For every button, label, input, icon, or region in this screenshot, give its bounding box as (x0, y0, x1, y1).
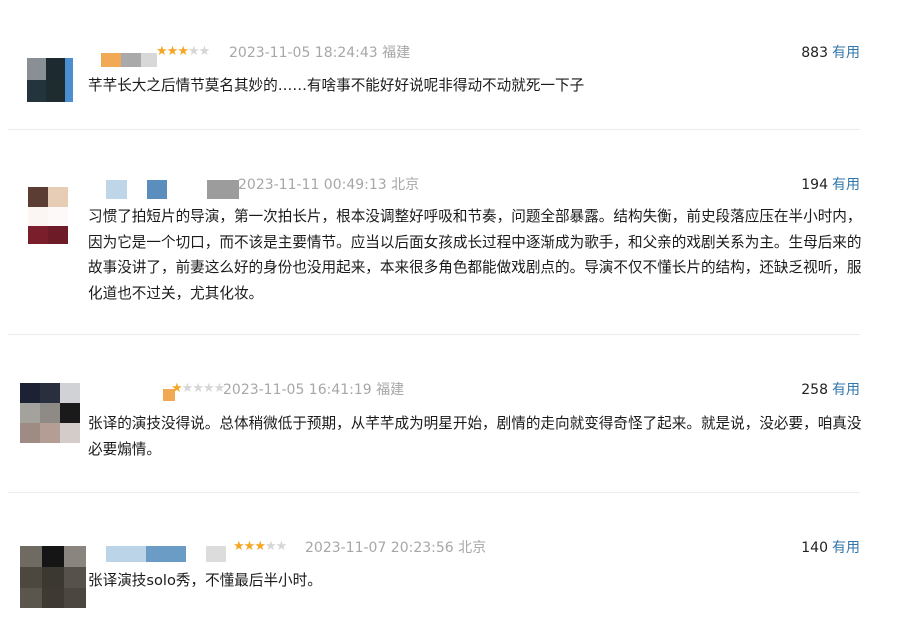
review-meta: 2023-11-05 18:24:43 福建 (229, 45, 410, 61)
star-empty-icon: ★ (275, 539, 288, 554)
useful-vote[interactable]: 883 有用 (801, 45, 860, 61)
avatar-tile (27, 80, 46, 102)
review-content: 习惯了拍短片的导演，第一次拍长片，根本没调整好呼吸和节奏，问题全部暴露。结构失衡… (88, 208, 862, 302)
avatar-tile (40, 403, 60, 423)
useful-vote[interactable]: 194 有用 (801, 177, 860, 193)
username-block (101, 53, 121, 67)
avatar-tile (40, 423, 60, 443)
username-block (141, 53, 157, 67)
avatar-tile (28, 226, 48, 244)
star-filled-icon: ★ (166, 44, 179, 59)
avatar-tile (65, 58, 73, 80)
review-content: 张译的演技没得说。总体稍微低于预期，从芊芊成为明星开始，剧情的走向就变得奇怪了起… (88, 415, 862, 458)
star-filled-icon: ★ (171, 381, 183, 396)
username-pixelated[interactable] (101, 53, 157, 67)
avatar-tile (64, 567, 86, 588)
useful-button[interactable]: 有用 (832, 382, 860, 398)
avatar-tile (60, 383, 80, 403)
useful-button[interactable]: 有用 (832, 45, 860, 61)
vote-count: 258 (801, 382, 828, 398)
avatar-tile (42, 588, 64, 608)
avatar-tile (28, 207, 48, 226)
avatar-tile (60, 423, 80, 443)
user-avatar[interactable] (20, 546, 86, 608)
rating-stars: ★★★★★ (233, 539, 288, 554)
review-time: 2023-11-05 16:41:19 (223, 382, 372, 398)
username-block (207, 180, 239, 199)
review-location: 福建 (376, 382, 405, 398)
star-filled-icon: ★ (243, 539, 256, 554)
avatar-tile (20, 546, 42, 567)
username-block (146, 546, 186, 562)
star-filled-icon: ★ (177, 44, 189, 59)
username-pixelated[interactable] (106, 546, 226, 562)
star-empty-icon: ★ (187, 44, 200, 59)
review-time: 2023-11-07 20:23:56 (305, 540, 454, 556)
avatar-tile (48, 226, 68, 244)
user-avatar[interactable] (27, 58, 73, 102)
review-content: 芊芊长大之后情节莫名其妙的……有啥事不能好好说呢非得动不动就死一下子 (88, 77, 585, 94)
useful-vote[interactable]: 258 有用 (801, 382, 860, 398)
useful-button[interactable]: 有用 (832, 177, 860, 193)
star-empty-icon: ★ (192, 381, 204, 396)
avatar-tile (20, 588, 42, 608)
star-empty-icon: ★ (198, 44, 211, 59)
review-content: 张译演技solo秀，不懂最后半小时。 (88, 572, 322, 589)
useful-button[interactable]: 有用 (832, 540, 860, 556)
vote-count: 883 (801, 45, 828, 61)
avatar-tile (20, 403, 40, 423)
star-filled-icon: ★ (233, 539, 245, 554)
avatar-tile (20, 567, 42, 588)
username-block (147, 180, 167, 199)
divider (8, 492, 860, 493)
avatar-tile (28, 187, 48, 207)
username-block (206, 546, 226, 562)
avatar-tile (65, 80, 73, 102)
rating-stars: ★★★★★ (156, 44, 211, 59)
username-block (106, 180, 127, 199)
vote-count: 194 (801, 177, 828, 193)
useful-vote[interactable]: 140 有用 (801, 540, 860, 556)
review-meta: 2023-11-11 00:49:13 北京 (238, 177, 419, 193)
username-pixelated[interactable] (106, 180, 239, 199)
divider (8, 129, 860, 130)
divider (8, 334, 860, 335)
rating-stars: ★★★★★ (171, 381, 225, 396)
star-filled-icon: ★ (254, 539, 266, 554)
review-time: 2023-11-11 00:49:13 (238, 177, 387, 193)
avatar-tile (46, 80, 65, 102)
avatar-tile (46, 58, 65, 80)
review-time: 2023-11-05 18:24:43 (229, 45, 378, 61)
avatar-tile (48, 187, 68, 207)
avatar-tile (42, 567, 64, 588)
review-location: 福建 (382, 45, 411, 61)
avatar-tile (27, 58, 46, 80)
review-meta: 2023-11-07 20:23:56 北京 (305, 540, 486, 556)
username-block (106, 546, 146, 562)
review-location: 北京 (458, 540, 487, 556)
avatar-tile (64, 588, 86, 608)
review-meta: 2023-11-05 16:41:19 福建 (223, 382, 404, 398)
avatar-tile (42, 546, 64, 567)
avatar-tile (48, 207, 68, 226)
avatar-tile (20, 383, 40, 403)
star-filled-icon: ★ (156, 44, 168, 59)
avatar-tile (40, 383, 60, 403)
star-empty-icon: ★ (202, 381, 215, 396)
vote-count: 140 (801, 540, 828, 556)
user-avatar[interactable] (28, 187, 68, 244)
username-block (121, 53, 141, 67)
star-empty-icon: ★ (181, 381, 194, 396)
user-avatar[interactable] (20, 383, 80, 443)
avatar-tile (60, 403, 80, 423)
avatar-tile (20, 423, 40, 443)
avatar-tile (64, 546, 86, 567)
review-location: 北京 (391, 177, 420, 193)
star-empty-icon: ★ (264, 539, 277, 554)
